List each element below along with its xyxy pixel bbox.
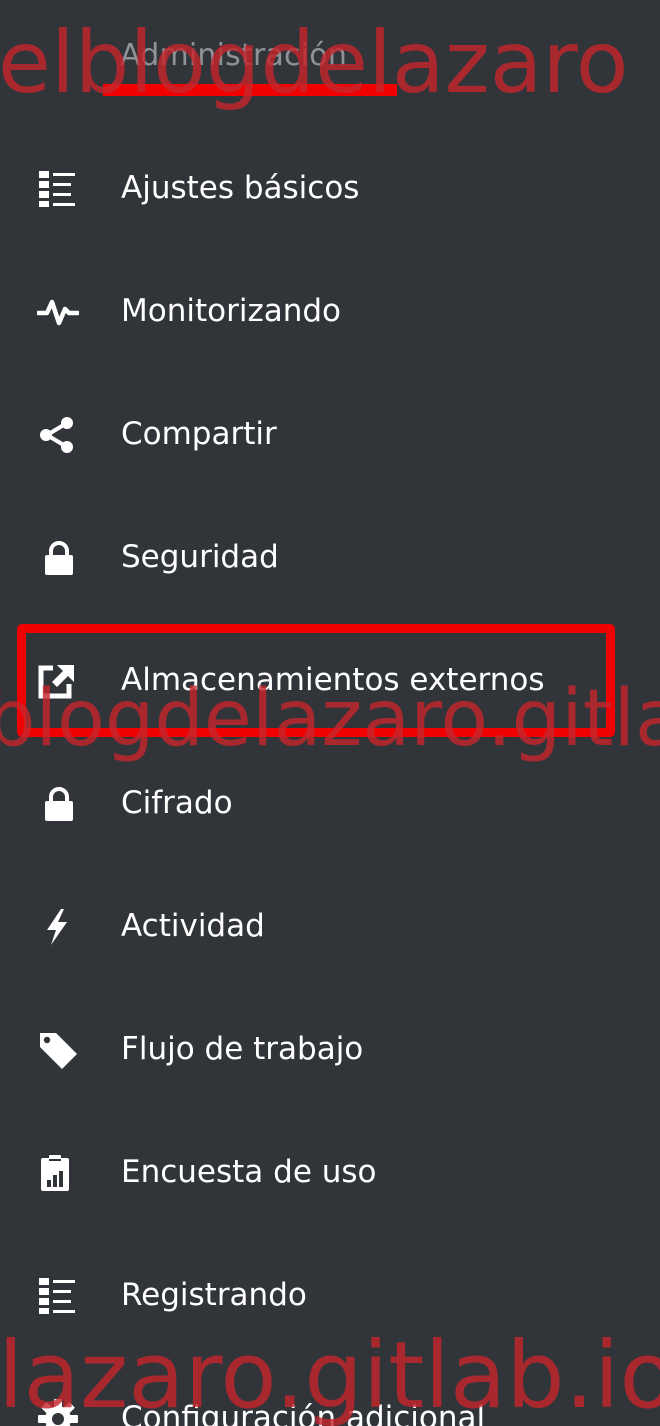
menu-item-monitorizando[interactable]: Monitorizando: [0, 250, 660, 373]
activity-pulse-icon: [37, 292, 81, 332]
menu-item-encuesta-de-uso[interactable]: Encuesta de uso: [0, 1111, 660, 1234]
header-underline-annotation: [103, 84, 397, 96]
gear-icon: [37, 1399, 81, 1426]
menu-item-label: Actividad: [121, 908, 265, 944]
menu-item-label: Flujo de trabajo: [121, 1031, 364, 1067]
menu-item-label: Seguridad: [121, 539, 279, 575]
menu-item-compartir[interactable]: Compartir: [0, 373, 660, 496]
list-icon: [37, 169, 81, 209]
clipboard-chart-icon: [37, 1153, 81, 1193]
lightning-icon: [37, 907, 81, 947]
menu-item-almacenamientos-externos[interactable]: Almacenamientos externos: [0, 619, 660, 742]
menu-item-label: Cifrado: [121, 785, 233, 821]
share-icon: [37, 415, 81, 455]
lock-icon: [37, 784, 81, 824]
menu-item-label: Monitorizando: [121, 293, 342, 329]
menu-item-seguridad[interactable]: Seguridad: [0, 496, 660, 619]
menu-item-label: Ajustes básicos: [121, 170, 360, 206]
menu-item-label: Configuración adicional: [121, 1400, 486, 1426]
list-icon: [37, 1276, 81, 1316]
admin-settings-sidebar: Administración Ajustes básicos Monitoriz…: [0, 0, 660, 1426]
menu-item-configuracion-adicional[interactable]: Configuración adicional: [0, 1357, 660, 1426]
menu-item-label: Almacenamientos externos: [121, 662, 545, 698]
menu-item-label: Registrando: [121, 1277, 307, 1313]
menu-item-cifrado[interactable]: Cifrado: [0, 742, 660, 865]
settings-menu: Ajustes básicos Monitorizando Compartir …: [0, 127, 660, 1426]
menu-item-actividad[interactable]: Actividad: [0, 865, 660, 988]
menu-item-registrando[interactable]: Registrando: [0, 1234, 660, 1357]
tag-icon: [37, 1030, 81, 1070]
menu-item-flujo-de-trabajo[interactable]: Flujo de trabajo: [0, 988, 660, 1111]
menu-item-label: Encuesta de uso: [121, 1154, 377, 1190]
lock-icon: [37, 538, 81, 578]
menu-item-label: Compartir: [121, 416, 277, 452]
menu-item-ajustes-basicos[interactable]: Ajustes básicos: [0, 127, 660, 250]
external-link-icon: [37, 661, 81, 701]
section-header-administracion: Administración: [120, 38, 348, 73]
